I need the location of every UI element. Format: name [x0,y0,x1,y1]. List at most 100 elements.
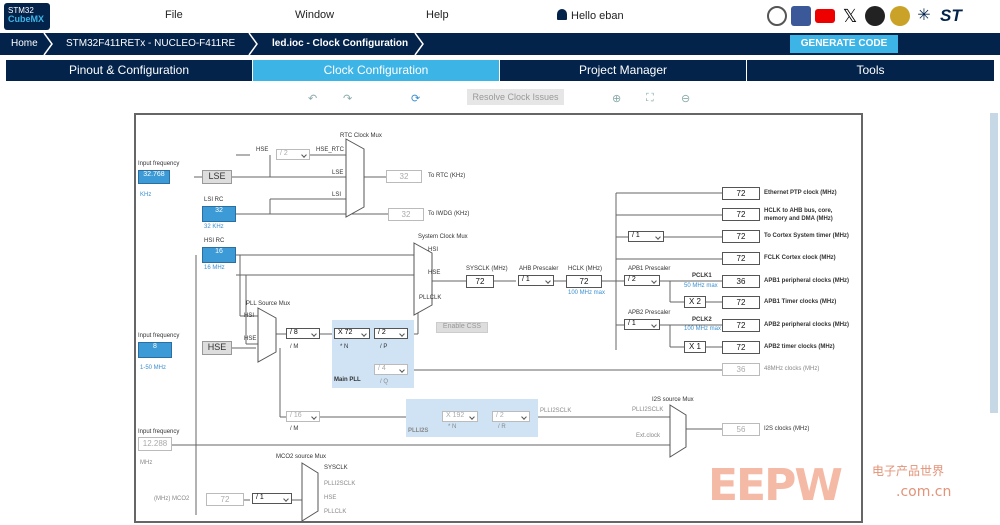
hclk-ahb-output: 72 [722,208,760,221]
ahb-prescaler-select[interactable]: / 1 [518,275,554,286]
i2s-clock-label: I2S clocks (MHz) [764,426,810,432]
mco2-hse-label: HSE [324,495,337,501]
plli2s-m-divider-select[interactable]: / 16 [286,411,320,422]
i2s-input-label: Input frequency [138,429,180,435]
plli2s-label: PLLI2S [408,428,429,434]
pll-hsi-label: HSI [244,313,255,319]
main-tabs: Pinout & Configuration Clock Configurati… [6,60,994,81]
ext-i2s-frequency-input[interactable]: 12.288 [138,437,172,451]
watermark-domain: .com.cn [896,484,952,500]
mco2-divider-select[interactable]: / 1 [252,493,292,504]
undo-icon[interactable]: ↶ [308,92,317,105]
facebook-icon[interactable] [791,6,811,26]
plli2sclk-label: PLLI2SCLK [540,408,572,414]
hse-range: 1-50 MHz [140,365,167,371]
network-share-icon[interactable]: ✳ [914,6,934,26]
pll-hse-label: HSE [244,336,257,342]
lse-frequency-input[interactable]: 32.768 [138,170,170,184]
apb2-peripheral-label: APB2 peripheral clocks (MHz) [764,322,850,328]
apb2-timer-label: APB2 timer clocks (MHz) [764,344,835,350]
apb1-peripheral-output: 36 [722,275,760,288]
lse-source: LSE [202,170,232,184]
pll-m-divider-select[interactable]: / 8 [286,328,320,339]
anniversary-icon[interactable] [767,6,787,26]
lsi-unit: 32 KHz [204,224,224,230]
hclk-ahb-label: HCLK to AHB bus, core, memory and DMA (M… [764,208,833,222]
eepw-watermark: EEPW [708,460,843,511]
apb2-timer-multiplier: X 1 [684,341,706,353]
breadcrumb-board[interactable]: STM32F411RETx - NUCLEO-F411RE [66,38,235,49]
apb2-prescaler-select[interactable]: / 1 [624,319,660,330]
pll-p-divider-select[interactable]: / 2 [374,328,408,339]
community-icon[interactable] [890,6,910,26]
sysclk-label: SYSCLK (MHz) [466,266,508,272]
sysclk-value: 72 [466,275,494,288]
github-icon[interactable] [865,6,885,26]
menu-file[interactable]: File [165,9,183,21]
plli2s-n-multiplier-select[interactable]: X 192 [442,411,478,422]
apb1-timer-label: APB1 Timer clocks (MHz) [764,299,837,305]
pll-q-divider-select[interactable]: / 4 [374,364,408,375]
apb1-prescaler-select[interactable]: / 2 [624,275,660,286]
main-pll-label: Main PLL [334,377,361,383]
breadcrumb-chevron-icon [248,33,258,55]
hse-input-label: Input frequency [138,333,180,339]
enable-css-button[interactable]: Enable CSS [436,322,488,333]
hse-rtc-divider-select[interactable]: / 2 [276,149,310,160]
lsi-rc-label: LSI RC [204,197,224,203]
breadcrumb-home[interactable]: Home [11,38,38,49]
vertical-scrollbar[interactable] [990,113,998,413]
apb1-peripheral-label: APB1 peripheral clocks (MHz) [764,278,850,284]
n2-label: * N [448,424,457,430]
ethernet-ptp-clock-output: 72 [722,187,760,200]
user-menu[interactable]: Hello eban [557,9,624,22]
48mhz-clock-label: 48MHz clocks (MHz) [764,366,820,372]
x-twitter-icon[interactable]: 𝕏 [840,6,860,26]
i2s-source-mux-label: I2S source Mux [652,397,694,403]
lse-unit: KHz [140,192,152,198]
mco2-source-mux-label: MCO2 source Mux [276,454,327,460]
stm32cubemx-logo[interactable]: STM32 CubeMX [4,3,50,30]
sys-hsi-label: HSI [428,247,439,253]
zoom-in-icon[interactable]: ⊕ [612,92,621,105]
resolve-clock-issues-button[interactable]: Resolve Clock Issues [467,89,564,105]
generate-code-button[interactable]: GENERATE CODE [790,35,898,53]
hclk-input[interactable]: 72 [566,275,602,288]
mco2-output: 72 [206,493,244,506]
zoom-out-icon[interactable]: ⊖ [681,92,690,105]
menu-help[interactable]: Help [426,9,449,21]
youtube-icon[interactable] [815,9,835,23]
pclk1-max: 50 MHz max [684,283,718,289]
redo-icon[interactable]: ↷ [343,92,352,105]
tab-project-manager[interactable]: Project Manager [500,60,747,81]
m2-label: / M [290,426,299,432]
menu-window[interactable]: Window [295,9,334,21]
rtc-output: 32 [386,170,422,183]
tab-clock-configuration[interactable]: Clock Configuration [253,60,500,81]
apb2-prescaler-label: APB2 Prescaler [628,310,671,316]
refresh-icon[interactable]: ⟳ [411,92,420,105]
user-icon [557,9,567,20]
cortex-timer-divider-select[interactable]: / 1 [628,231,664,242]
ethernet-ptp-clock-label: Ethernet PTP clock (MHz) [764,190,837,196]
n-label: * N [340,344,349,350]
tab-pinout[interactable]: Pinout & Configuration [6,60,253,81]
tab-tools[interactable]: Tools [747,60,994,81]
p-label: / P [380,344,388,350]
hsi-rc-label: HSI RC [204,238,225,244]
user-greeting: Hello eban [571,10,624,22]
breadcrumb-file[interactable]: led.ioc - Clock Configuration [272,38,408,49]
fclk-label: FCLK Cortex clock (MHz) [764,255,836,261]
i2s-clock-output: 56 [722,423,760,436]
fit-screen-icon[interactable]: ⛶ [646,92,654,105]
plli2s-r-divider-select[interactable]: / 2 [492,411,530,422]
mco2-sysclk-label: SYSCLK [324,465,348,471]
watermark-chinese: 电子产品世界 [872,464,945,478]
hse-frequency-input[interactable]: 8 [138,342,172,358]
hse-rtc-src: HSE [256,147,269,153]
lsi-value: 32 [202,206,236,222]
pll-n-multiplier-select[interactable]: X 72 [334,328,370,339]
fclk-output: 72 [722,252,760,265]
mco2-pllclk-label: PLLCLK [324,509,347,515]
st-logo-icon[interactable]: ST [940,6,984,26]
